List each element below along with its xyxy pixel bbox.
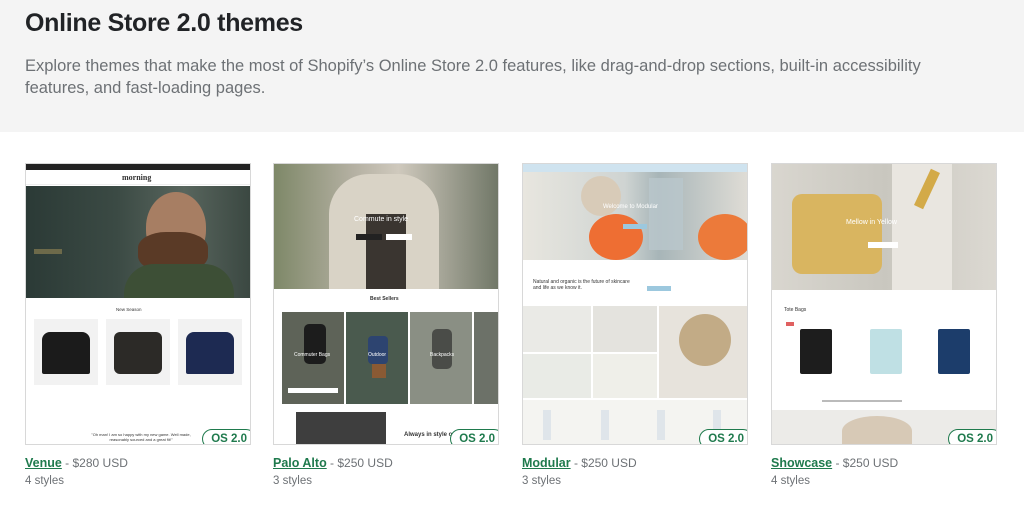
- showcase-hero-text: Mellow in Yellow: [846, 219, 897, 226]
- hero-section: Online Store 2.0 themes Explore themes t…: [0, 0, 1024, 132]
- palo-tile-3: Backpacks: [430, 352, 455, 358]
- theme-styles-count: 4 styles: [25, 475, 64, 487]
- showcase-section-heading: Tote Bags: [784, 307, 807, 313]
- palo-hero-text: Commute in style: [354, 216, 409, 223]
- theme-link-venue[interactable]: Venue: [25, 456, 62, 470]
- theme-preview-showcase[interactable]: Mellow in Yellow Tote Bags OS 2.0: [771, 163, 997, 445]
- theme-price: - $250 USD: [832, 456, 899, 470]
- theme-link-showcase[interactable]: Showcase: [771, 456, 832, 470]
- theme-preview-modular[interactable]: Welcome to Modular Natural and organic i…: [522, 163, 748, 445]
- modular-section-heading: Natural and organic is the future of ski…: [533, 279, 630, 291]
- os2-badge: OS 2.0: [450, 429, 498, 444]
- theme-styles-count: 4 styles: [771, 475, 810, 487]
- page-title: Online Store 2.0 themes: [25, 9, 303, 37]
- theme-card-modular[interactable]: Welcome to Modular Natural and organic i…: [522, 163, 748, 487]
- theme-styles-count: 3 styles: [273, 475, 312, 487]
- palo-tile-1: Commuter Bags: [294, 352, 331, 358]
- theme-card-palo-alto[interactable]: Commute in style Best Sellers Commuter B…: [273, 163, 499, 487]
- modular-hero-text: Welcome to Modular: [603, 204, 658, 210]
- theme-card-venue[interactable]: morning New Season "Oh man! I am so happ…: [25, 163, 251, 487]
- os2-badge: OS 2.0: [202, 429, 250, 444]
- theme-link-modular[interactable]: Modular: [522, 456, 571, 470]
- theme-styles-count: 3 styles: [522, 475, 561, 487]
- os2-badge: OS 2.0: [948, 429, 996, 444]
- page-description: Explore themes that make the most of Sho…: [25, 57, 921, 97]
- theme-price: - $250 USD: [570, 456, 637, 470]
- venue-brand-logo: morning: [122, 173, 152, 182]
- palo-tile-2: Outdoor: [368, 352, 387, 358]
- theme-price: - $280 USD: [61, 456, 128, 470]
- theme-price: - $250 USD: [326, 456, 393, 470]
- theme-preview-venue[interactable]: morning New Season "Oh man! I am so happ…: [25, 163, 251, 445]
- theme-preview-palo-alto[interactable]: Commute in style Best Sellers Commuter B…: [273, 163, 499, 445]
- theme-card-showcase[interactable]: Mellow in Yellow Tote Bags OS 2.0 Showca…: [771, 163, 997, 487]
- os2-badge: OS 2.0: [699, 429, 747, 444]
- palo-section-heading: Best Sellers: [370, 296, 399, 302]
- venue-quote: "Oh man! I am so happy with my new game.…: [91, 432, 191, 442]
- venue-section-heading: New Season: [116, 307, 142, 312]
- palo-footer-text: Always in style on: [404, 432, 457, 438]
- theme-link-palo-alto[interactable]: Palo Alto: [273, 456, 327, 470]
